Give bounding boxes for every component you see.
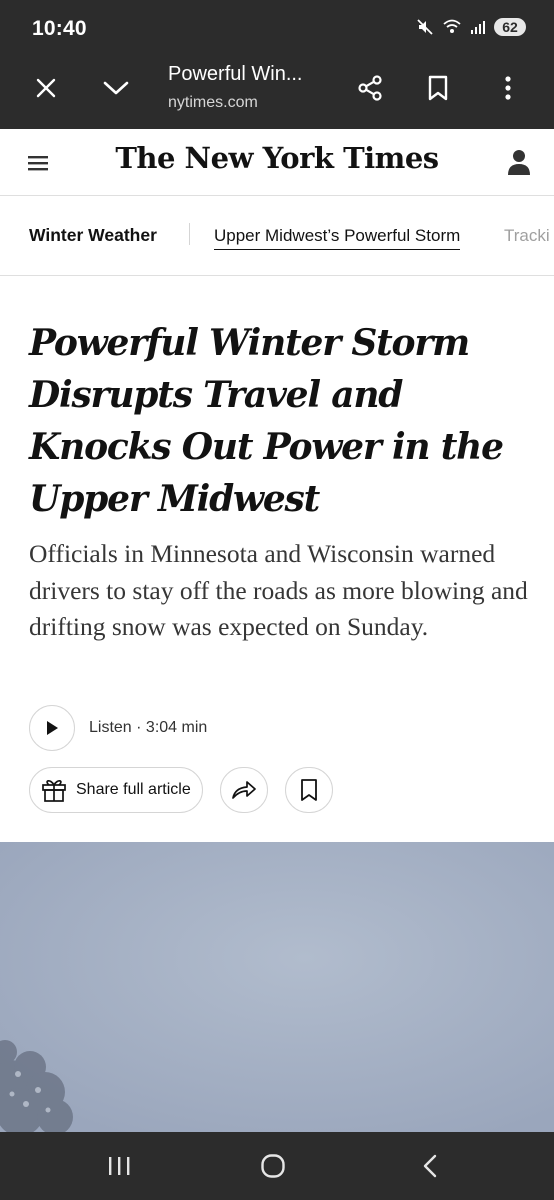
wifi-icon xyxy=(443,19,461,33)
section-link-tracking[interactable]: Tracki xyxy=(504,226,550,246)
system-nav-bar xyxy=(0,1132,554,1200)
play-button[interactable] xyxy=(29,705,75,751)
share-row: Share full article xyxy=(29,767,333,813)
back-icon xyxy=(423,1154,437,1178)
battery-icon: 62 xyxy=(494,18,526,36)
bookmark-outline-icon xyxy=(300,779,317,801)
share-button[interactable] xyxy=(346,58,394,118)
snowy-tree-image xyxy=(0,842,554,1132)
status-bar: 10:40 62 xyxy=(0,0,554,58)
status-time: 10:40 xyxy=(32,17,87,40)
article-hero-image xyxy=(0,842,554,1132)
section-divider xyxy=(189,223,190,245)
browser-toolbar: Powerful Win... nytimes.com xyxy=(0,58,554,129)
article-headline: Powerful Winter Storm Disrupts Travel an… xyxy=(29,322,504,520)
close-icon xyxy=(36,78,56,98)
share-button-article[interactable] xyxy=(219,767,268,813)
account-button[interactable] xyxy=(502,145,536,179)
minimize-button[interactable] xyxy=(92,58,140,118)
section-label[interactable]: Winter Weather xyxy=(29,225,157,246)
bookmark-icon xyxy=(428,75,448,101)
save-article-button[interactable] xyxy=(284,767,333,813)
mute-icon xyxy=(417,19,433,35)
site-header: The New York Times xyxy=(0,129,554,196)
more-vert-icon xyxy=(505,76,511,100)
status-icons: 62 xyxy=(416,18,526,36)
forward-arrow-icon xyxy=(231,781,256,799)
article-summary: Officials in Minnesota and Wisconsin war… xyxy=(29,539,528,641)
recents-icon xyxy=(109,1157,130,1175)
home-button[interactable] xyxy=(243,1146,303,1186)
share-full-article-button[interactable]: Share full article xyxy=(29,767,203,813)
listen-control: Listen · 3:04 min xyxy=(29,704,207,752)
section-link-storm[interactable]: Upper Midwest’s Powerful Storm xyxy=(214,226,461,250)
back-button[interactable] xyxy=(400,1146,460,1186)
page-url: nytimes.com xyxy=(168,94,258,111)
share-icon xyxy=(358,75,382,101)
share-full-article-label: Share full article xyxy=(76,781,191,798)
home-icon xyxy=(261,1154,285,1178)
recents-button[interactable] xyxy=(89,1146,149,1186)
play-icon xyxy=(47,721,58,735)
more-options-button[interactable] xyxy=(484,58,532,118)
listen-duration: Listen · 3:04 min xyxy=(89,719,208,736)
signal-icon xyxy=(471,21,485,34)
section-nav: Winter Weather Upper Midwest’s Powerful … xyxy=(0,196,554,276)
page-title: Powerful Win... xyxy=(168,63,303,85)
chevron-down-icon xyxy=(103,81,129,95)
nyt-logo[interactable]: The New York Times xyxy=(0,141,554,175)
account-icon xyxy=(508,150,530,175)
gift-icon xyxy=(42,780,66,802)
bookmark-button[interactable] xyxy=(414,58,462,118)
close-button[interactable] xyxy=(22,58,70,118)
